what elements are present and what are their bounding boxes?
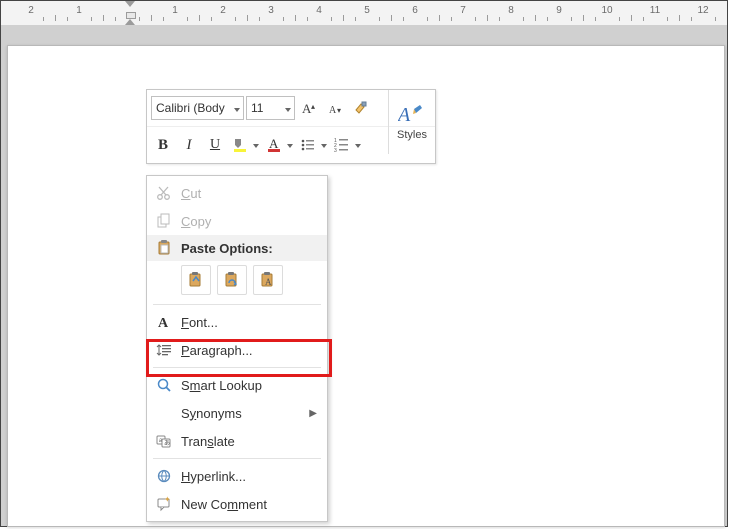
- paste-keep-source-formatting[interactable]: [181, 265, 211, 295]
- svg-text:A: A: [329, 105, 337, 116]
- ruler-number: 11: [650, 5, 660, 16]
- cut-icon: [153, 183, 175, 203]
- word-document-area: 21123456789101112 Calibri (Body 11 A▴ A▾: [0, 0, 728, 527]
- ruler-number: 1: [76, 5, 82, 16]
- menu-translate[interactable]: aあ Translate: [147, 427, 327, 455]
- menu-paste-options-label: Paste Options:: [181, 241, 273, 256]
- mini-toolbar: Calibri (Body 11 A▴ A▾ B I U: [146, 89, 436, 164]
- paragraph-icon: [153, 340, 175, 360]
- font-size-combo[interactable]: 11: [246, 96, 295, 120]
- underline-button[interactable]: U: [203, 133, 227, 157]
- ruler-number: 12: [697, 5, 708, 16]
- hyperlink-icon: [153, 466, 175, 486]
- menu-hyperlink-label: Hyperlink...: [181, 469, 246, 484]
- shrink-font-button[interactable]: A▾: [323, 96, 347, 120]
- styles-icon: A: [398, 103, 426, 127]
- context-menu: Cut Copy Paste Options: A: [146, 175, 328, 522]
- ruler-number: 2: [28, 5, 34, 16]
- grow-font-button[interactable]: A▴: [297, 96, 321, 120]
- menu-synonyms-label: Synonyms: [181, 406, 242, 421]
- svg-text:▴: ▴: [311, 102, 315, 111]
- svg-text:A: A: [269, 136, 279, 151]
- svg-text:✦: ✦: [164, 496, 171, 504]
- svg-text:A: A: [265, 277, 272, 287]
- menu-hyperlink[interactable]: Hyperlink...: [147, 462, 327, 490]
- menu-new-comment-label: New Comment: [181, 497, 267, 512]
- menu-translate-label: Translate: [181, 434, 235, 449]
- ruler-number: 10: [601, 5, 612, 16]
- menu-copy-label: Copy: [181, 214, 211, 229]
- ruler-number: 6: [412, 5, 418, 16]
- menu-copy[interactable]: Copy: [147, 207, 327, 235]
- svg-text:あ: あ: [164, 440, 170, 447]
- menu-cut[interactable]: Cut: [147, 179, 327, 207]
- font-icon: A: [153, 312, 175, 332]
- translate-icon: aあ: [153, 431, 175, 451]
- indent-markers[interactable]: [122, 1, 136, 25]
- chevron-down-icon[interactable]: [251, 140, 261, 150]
- ruler-number: 1: [172, 5, 178, 16]
- chevron-down-icon[interactable]: [319, 140, 329, 150]
- ruler-number: 3: [268, 5, 274, 16]
- ruler-number: 2: [220, 5, 226, 16]
- menu-synonyms[interactable]: Synonyms ▶: [147, 399, 327, 427]
- ruler-number: 4: [316, 5, 322, 16]
- bullets-button[interactable]: [297, 133, 329, 157]
- chevron-down-icon[interactable]: [232, 101, 242, 115]
- ruler-number: 7: [460, 5, 466, 16]
- svg-text:▾: ▾: [337, 106, 341, 115]
- svg-text:A: A: [398, 104, 411, 126]
- menu-paragraph[interactable]: Paragraph...: [147, 336, 327, 364]
- numbering-button[interactable]: 1 2 3: [331, 133, 363, 157]
- ruler-number: 9: [556, 5, 562, 16]
- paste-merge-formatting[interactable]: [217, 265, 247, 295]
- styles-label: Styles: [397, 129, 427, 141]
- font-name-value: Calibri (Body: [156, 101, 225, 115]
- menu-font[interactable]: A Font...: [147, 308, 327, 336]
- svg-text:A: A: [158, 316, 169, 330]
- bold-button[interactable]: B: [151, 133, 175, 157]
- new-comment-icon: ✦: [153, 494, 175, 514]
- menu-new-comment[interactable]: ✦ New Comment: [147, 490, 327, 518]
- format-painter-button[interactable]: [349, 96, 373, 120]
- ruler-number: 5: [364, 5, 370, 16]
- styles-button[interactable]: A Styles: [388, 90, 435, 154]
- svg-text:3: 3: [334, 148, 337, 153]
- synonyms-icon: [153, 403, 175, 423]
- font-name-combo[interactable]: Calibri (Body: [151, 96, 244, 120]
- chevron-down-icon[interactable]: [285, 140, 295, 150]
- chevron-down-icon[interactable]: [283, 101, 293, 115]
- font-size-value: 11: [251, 101, 263, 115]
- copy-icon: [153, 211, 175, 231]
- menu-smart-lookup[interactable]: Smart Lookup: [147, 371, 327, 399]
- highlight-color-button[interactable]: [229, 133, 261, 157]
- smart-lookup-icon: [153, 375, 175, 395]
- menu-smart-lookup-label: Smart Lookup: [181, 378, 262, 393]
- paste-icon: [153, 238, 175, 258]
- menu-paste-options-header: Paste Options:: [147, 235, 327, 261]
- menu-cut-label: Cut: [181, 186, 201, 201]
- menu-paragraph-label: Paragraph...: [181, 343, 253, 358]
- chevron-down-icon[interactable]: [353, 140, 363, 150]
- italic-button[interactable]: I: [177, 133, 201, 157]
- ruler-number: 8: [508, 5, 514, 16]
- horizontal-ruler[interactable]: 21123456789101112: [1, 1, 727, 26]
- submenu-arrow-icon: ▶: [309, 408, 317, 419]
- font-color-button[interactable]: A: [263, 133, 295, 157]
- menu-font-label: Font...: [181, 315, 218, 330]
- paste-text-only[interactable]: A: [253, 265, 283, 295]
